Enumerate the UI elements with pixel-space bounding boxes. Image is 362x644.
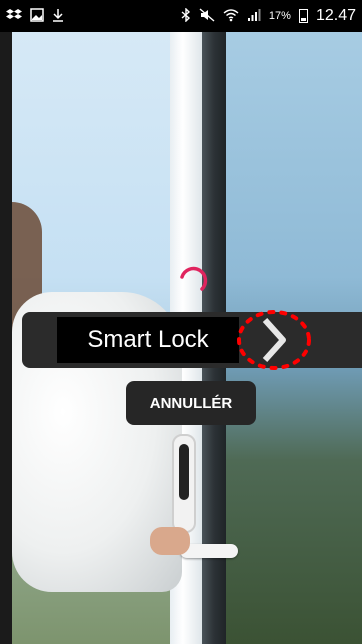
wifi-icon	[223, 8, 239, 24]
loading-spinner-icon	[172, 259, 212, 299]
screen-edge	[0, 32, 12, 644]
mute-icon	[199, 8, 215, 24]
bluetooth-icon	[181, 7, 191, 24]
status-bar: 17% 12.47	[0, 0, 362, 32]
smart-lock-label[interactable]: Smart Lock	[57, 317, 239, 363]
image-icon	[30, 8, 44, 24]
person-hand	[150, 527, 190, 555]
dropbox-icon	[6, 8, 22, 24]
battery-percent: 17%	[268, 10, 291, 22]
download-icon	[52, 8, 64, 24]
smart-lock-device	[172, 434, 196, 533]
clock: 12.47	[315, 7, 356, 24]
chevron-right-icon[interactable]	[237, 310, 311, 370]
signal-icon	[247, 8, 261, 24]
battery-icon	[298, 9, 308, 23]
cancel-button[interactable]: ANNULLÉR	[126, 381, 256, 425]
